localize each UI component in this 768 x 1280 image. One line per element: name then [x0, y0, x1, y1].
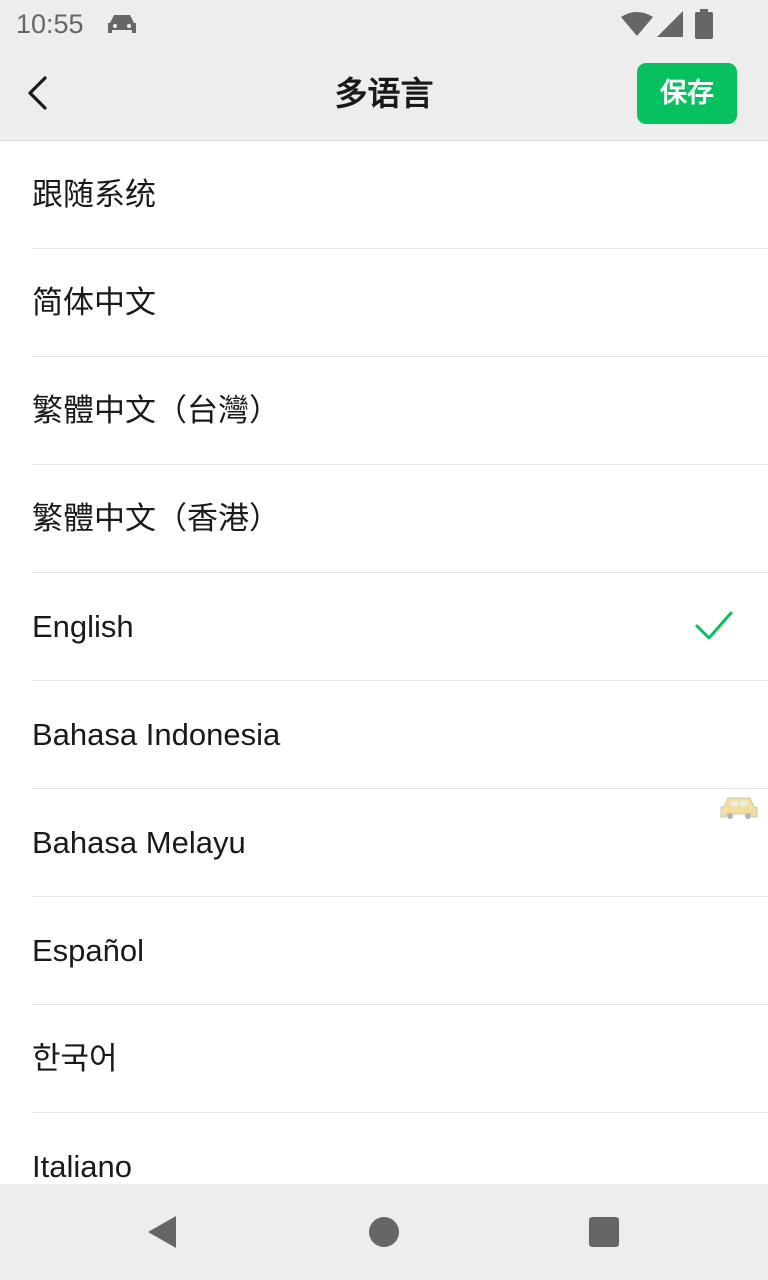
recents-square-icon[interactable] — [586, 1214, 622, 1250]
language-label: 跟随系统 — [32, 177, 156, 212]
language-list: 跟随系统 简体中文 繁體中文（台灣） 繁體中文（香港） English Baha… — [0, 141, 768, 1184]
chevron-left-icon — [28, 76, 47, 110]
save-button[interactable]: 保存 — [637, 63, 737, 124]
back-button[interactable] — [14, 70, 60, 116]
language-label: 한국어 — [32, 1041, 118, 1076]
header: 多语言 保存 — [0, 48, 768, 141]
language-label: English — [32, 609, 134, 644]
checkmark-icon — [695, 611, 733, 640]
notification-app-icon — [108, 15, 136, 33]
battery-icon — [695, 9, 713, 39]
language-label: Español — [32, 933, 145, 968]
language-label: Bahasa Melayu — [32, 825, 246, 860]
language-item-simplified-chinese[interactable]: 简体中文 — [32, 249, 768, 357]
language-item-follow-system[interactable]: 跟随系统 — [32, 141, 768, 249]
language-item-english[interactable]: English — [32, 573, 768, 681]
language-item-korean[interactable]: 한국어 — [32, 1005, 768, 1113]
language-item-italiano[interactable]: Italiano — [32, 1113, 768, 1184]
language-item-traditional-chinese-taiwan[interactable]: 繁體中文（台灣） — [32, 357, 768, 465]
language-item-bahasa-indonesia[interactable]: Bahasa Indonesia — [32, 681, 768, 789]
language-item-espanol[interactable]: Español — [32, 897, 768, 1005]
language-label: 简体中文 — [32, 285, 156, 320]
status-bar: 10:55 — [0, 0, 768, 48]
cell-signal-icon — [657, 11, 683, 37]
home-circle-icon[interactable] — [366, 1214, 402, 1250]
language-item-bahasa-melayu[interactable]: Bahasa Melayu — [32, 789, 768, 897]
language-item-traditional-chinese-hongkong[interactable]: 繁體中文（香港） — [32, 465, 768, 573]
wifi-icon — [621, 12, 653, 36]
language-label: Italiano — [32, 1149, 132, 1184]
system-nav-bar — [0, 1184, 768, 1280]
language-label: 繁體中文（香港） — [32, 501, 280, 536]
language-label: 繁體中文（台灣） — [32, 393, 280, 428]
back-triangle-icon[interactable] — [144, 1214, 180, 1250]
status-time: 10:55 — [16, 9, 84, 39]
language-label: Bahasa Indonesia — [32, 717, 281, 752]
floating-car-widget-icon[interactable] — [719, 790, 759, 824]
